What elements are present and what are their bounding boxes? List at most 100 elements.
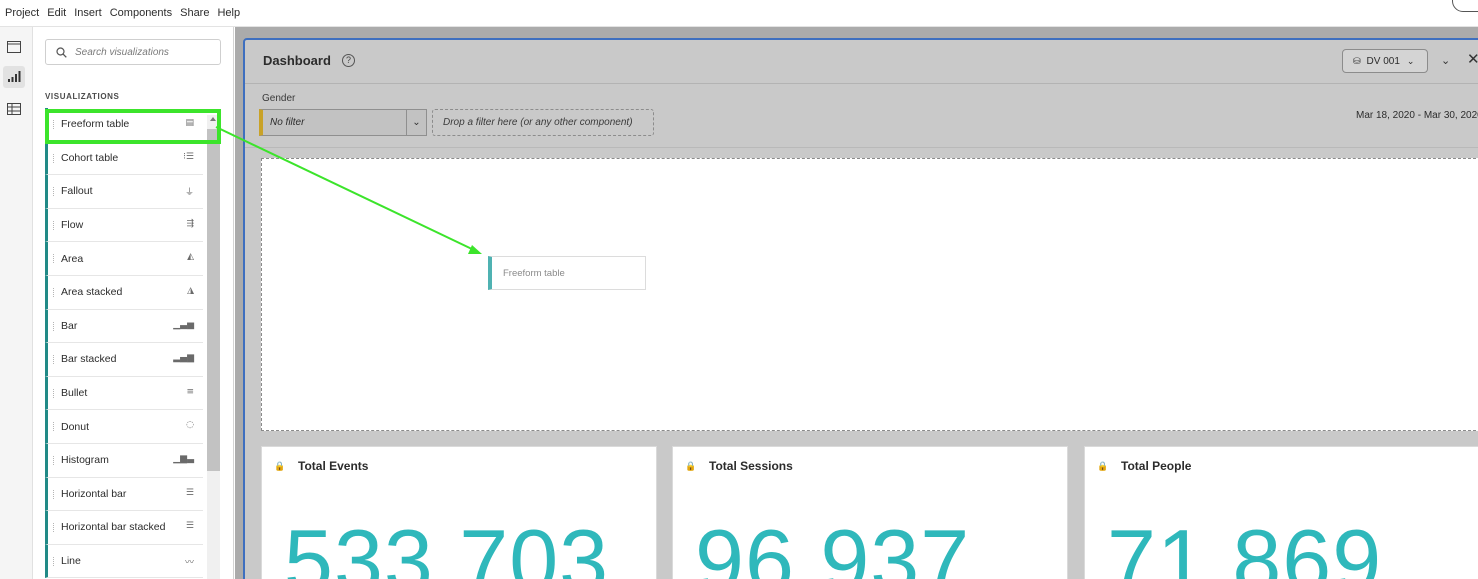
components-icon[interactable] [3,98,25,120]
viz-item-bullet[interactable]: Bullet ≡ [45,376,203,411]
viz-item-area-stacked[interactable]: Area stacked ◮ [45,275,203,310]
drag-handle-icon[interactable] [53,422,55,432]
drag-handle-icon[interactable] [53,355,55,365]
menu-help[interactable]: Help [217,7,240,19]
card-title: Total People [1121,459,1192,473]
fallout-icon: ⏚ [184,188,194,199]
viz-item-label: Fallout [61,185,93,198]
filter-value: No filter [270,117,305,128]
drop-target-area[interactable]: Freeform table [261,158,1478,431]
area-icon: ◭ [187,252,194,263]
filter-label: Gender [262,93,296,104]
visualization-list: Freeform table ▤ Cohort table ⁝☰ Fallout ⏚ … [45,108,203,579]
metric-card-total-people[interactable]: 🔒 Total People 71,869 [1084,446,1478,579]
viz-list-scrollbar[interactable] [207,115,220,579]
menu-project[interactable]: Project [5,7,39,19]
viz-item-horizontal-bar-stacked[interactable]: Horizontal bar stacked ☰ [45,511,203,545]
viz-item-label: Horizontal bar stacked [61,521,166,534]
viz-item-bar-stacked[interactable]: Bar stacked ▂▄▆ [45,343,203,377]
scroll-up-icon[interactable] [210,117,216,121]
help-icon[interactable]: ? [342,54,355,67]
area-stacked-icon: ◮ [187,285,194,296]
panel-icon[interactable] [3,36,25,58]
viz-item-cohort-table[interactable]: Cohort table ⁝☰ [45,141,203,176]
scrollbar-thumb[interactable] [207,129,220,471]
viz-item-label: Area stacked [61,286,123,299]
date-range[interactable]: Mar 18, 2020 - Mar 30, 2020 [1356,110,1478,121]
bullet-icon: ≡ [186,386,194,397]
viz-item-line[interactable]: Line 〰 [45,544,203,579]
card-value: 71,869 [1107,511,1383,579]
horizontal-bar-stacked-icon: ☰ [185,521,194,532]
menu-components[interactable]: Components [110,7,172,19]
drag-handle-icon[interactable] [53,321,55,331]
lock-icon: 🔒 [274,461,286,471]
bar-stacked-icon: ▂▄▆ [173,353,194,364]
drag-handle-icon[interactable] [53,120,55,129]
viz-item-horizontal-bar[interactable]: Horizontal bar ☰ [45,477,203,512]
dashboard-panel: Dashboard ? ⛁ DV 001 ⌄ ⌄ ✕ Gender No fil… [243,38,1478,579]
drag-handle-icon[interactable] [53,287,55,297]
share-button[interactable] [1452,0,1478,12]
viz-item-histogram[interactable]: Histogram ▁▆▃ [45,443,203,478]
viz-item-label: Donut [61,420,90,433]
card-title: Total Events [298,459,369,473]
lock-icon: 🔒 [1097,461,1109,471]
gender-filter-select[interactable]: No filter ⌄ [259,109,427,136]
app-window: Project Edit Insert Components Share Hel… [0,0,1478,579]
drag-handle-icon[interactable] [53,523,55,533]
drag-handle-icon[interactable] [53,153,55,163]
bar-icon: ▁▃▅ [173,319,194,330]
viz-item-label: Bar [61,319,78,332]
drag-ghost-freeform-table: Freeform table [488,256,646,290]
viz-item-label: Histogram [61,454,109,467]
viz-item-label: Flow [61,219,84,232]
viz-item-label: Area [61,252,84,265]
viz-item-donut[interactable]: Donut ◌ [45,410,203,444]
viz-item-label: Horizontal bar [61,487,127,500]
left-rail [0,27,33,579]
dataview-selector[interactable]: ⛁ DV 001 ⌄ [1342,49,1428,73]
menu-share[interactable]: Share [180,7,209,19]
visualizations-icon[interactable] [3,66,25,88]
menu-insert[interactable]: Insert [74,7,102,19]
line-icon: 〰 [184,557,194,568]
flow-icon: ⇶ [186,218,194,229]
database-icon: ⛁ [1353,55,1361,66]
drag-handle-icon[interactable] [53,455,55,465]
search-icon [56,46,67,58]
viz-item-label: Freeform table [61,118,130,131]
drag-handle-icon[interactable] [53,556,55,566]
viz-item-freeform-table[interactable]: Freeform table ▤ [45,108,203,142]
filter-dropzone[interactable]: Drop a filter here (or any other compone… [432,109,654,136]
cohort-icon: ⁝☰ [183,151,194,162]
drag-handle-icon[interactable] [53,254,55,264]
collapse-chevron-icon[interactable]: ⌄ [1441,54,1450,67]
viz-item-bar[interactable]: Bar ▁▃▅ [45,309,203,344]
chevron-down-icon[interactable]: ⌄ [406,110,426,135]
drag-handle-icon[interactable] [53,220,55,230]
page-title: Dashboard [263,53,331,68]
search-box[interactable] [45,39,221,65]
table-icon: ▤ [185,118,194,128]
drag-handle-icon[interactable] [53,187,55,197]
drag-handle-icon[interactable] [53,489,55,499]
search-input[interactable] [75,46,215,58]
viz-item-label: Bullet [61,387,88,400]
metric-card-total-events[interactable]: 🔒 Total Events 533,703 [261,446,657,579]
metric-card-total-sessions[interactable]: 🔒 Total Sessions 96,937 [672,446,1068,579]
card-title: Total Sessions [709,459,793,473]
lock-icon: 🔒 [685,461,697,471]
dataview-label: DV 001 [1366,55,1400,67]
horizontal-bar-icon: ☰ [185,487,194,498]
menu-bar: Project Edit Insert Components Share Hel… [0,0,1478,27]
viz-item-fallout[interactable]: Fallout ⏚ [45,175,203,209]
metric-cards: 🔒 Total Events 533,703 🔒 Total Sessions … [261,446,1478,579]
viz-item-area[interactable]: Area ◭ [45,242,203,276]
menu-edit[interactable]: Edit [47,7,66,19]
viz-item-flow[interactable]: Flow ⇶ [45,208,203,243]
chevron-down-icon: ⌄ [1406,55,1415,66]
close-icon[interactable]: ✕ [1467,50,1478,68]
histogram-icon: ▁▆▃ [173,453,194,464]
drag-handle-icon[interactable] [53,388,55,398]
